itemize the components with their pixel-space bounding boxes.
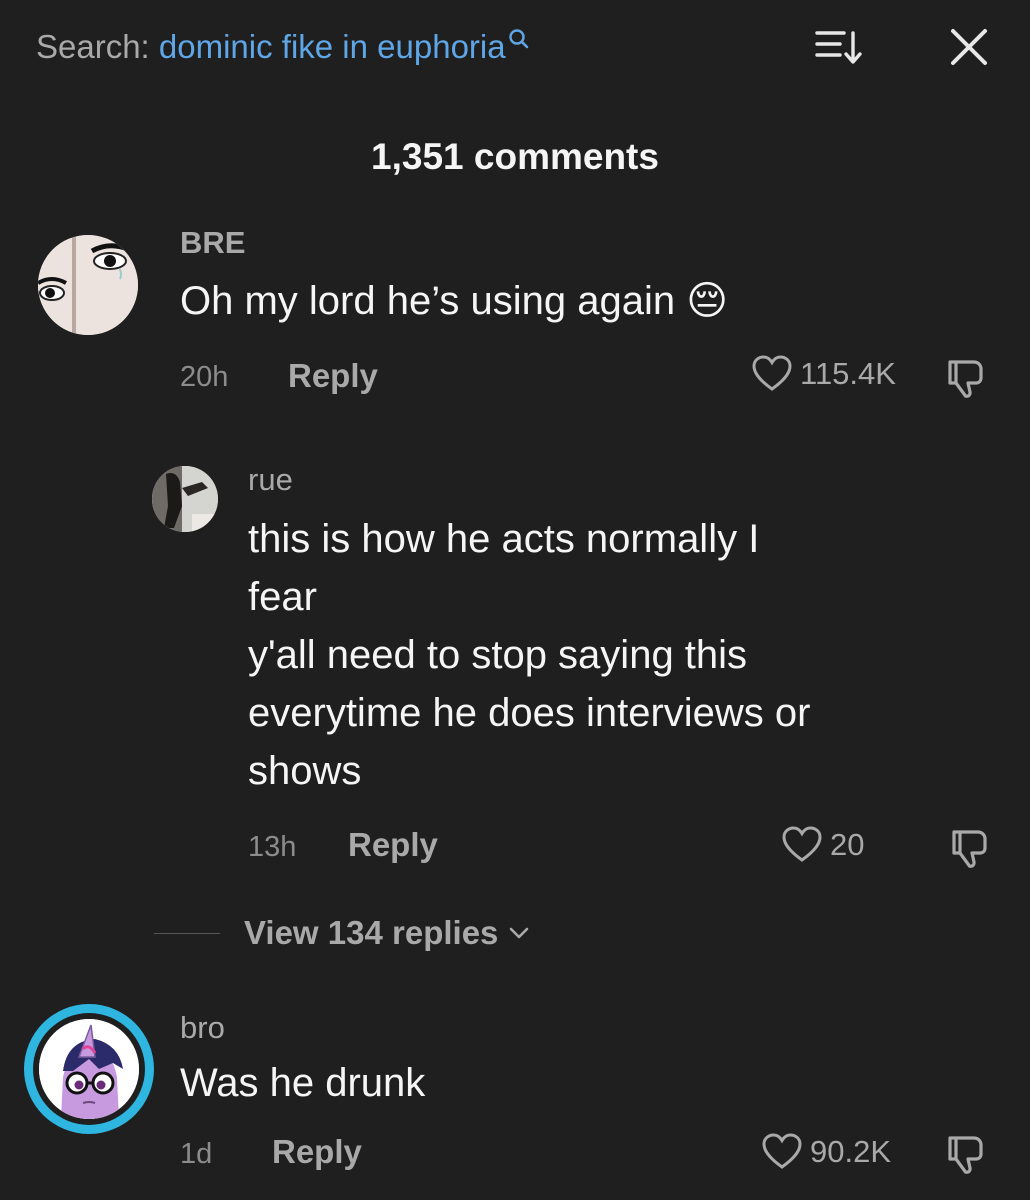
heart-icon bbox=[752, 355, 792, 391]
search-header[interactable]: Search: dominic fike in euphoria bbox=[36, 26, 530, 68]
like-button[interactable]: 90.2K bbox=[762, 1133, 891, 1171]
comment-text-line: this is how he acts normally I bbox=[248, 517, 760, 561]
divider bbox=[154, 932, 220, 934]
dislike-icon[interactable] bbox=[944, 356, 988, 400]
comment-count: 1,351 comments bbox=[371, 136, 659, 177]
avatar-image bbox=[38, 235, 138, 335]
like-button[interactable]: 115.4K bbox=[752, 355, 896, 393]
like-count: 20 bbox=[830, 827, 865, 862]
avatar[interactable] bbox=[24, 1004, 154, 1134]
comment-text-line: fear bbox=[248, 575, 317, 619]
comment-username[interactable]: bro bbox=[180, 1010, 225, 1046]
comments-sheet: Search: dominic fike in euphoria 1,351 c… bbox=[0, 0, 1030, 1200]
comment-text-line: everytime he does interviews or bbox=[248, 691, 811, 735]
search-icon bbox=[508, 29, 528, 49]
comment-text-body: Oh my lord he’s using again bbox=[180, 279, 676, 323]
avatar-image bbox=[152, 466, 218, 532]
avatar[interactable] bbox=[38, 235, 138, 335]
search-query-link[interactable]: dominic fike in euphoria bbox=[159, 28, 506, 65]
like-count: 115.4K bbox=[800, 356, 896, 391]
chevron-down-icon bbox=[510, 927, 529, 939]
reply-button[interactable]: Reply bbox=[272, 1133, 362, 1171]
reply-button[interactable]: Reply bbox=[348, 826, 438, 864]
comment-text-line: y'all need to stop saying this bbox=[248, 633, 748, 677]
pensive-emoji: 😔 bbox=[686, 279, 728, 323]
search-prefix: Search: bbox=[36, 28, 150, 65]
heart-icon bbox=[762, 1133, 802, 1169]
avatar-inner bbox=[39, 1019, 139, 1119]
like-button[interactable]: 20 bbox=[782, 826, 864, 864]
avatar-ring-gap bbox=[33, 1013, 145, 1125]
reply-button[interactable]: Reply bbox=[288, 357, 378, 395]
comment-time: 13h bbox=[248, 831, 297, 863]
avatar[interactable] bbox=[152, 466, 218, 532]
dislike-icon[interactable] bbox=[948, 826, 992, 870]
comment-text: Was he drunk bbox=[180, 1061, 426, 1105]
heart-icon bbox=[782, 826, 822, 862]
comment-username[interactable]: rue bbox=[248, 462, 293, 498]
view-replies-button[interactable]: View 134 replies bbox=[154, 914, 530, 952]
dislike-icon[interactable] bbox=[944, 1132, 988, 1176]
sort-icon[interactable] bbox=[814, 27, 864, 67]
comment-time: 20h bbox=[180, 361, 229, 393]
like-count: 90.2K bbox=[810, 1134, 892, 1169]
comment-text: this is how he acts normally I fear y'al… bbox=[248, 510, 810, 800]
comment-username[interactable]: BRE bbox=[180, 225, 245, 261]
comment-time: 1d bbox=[180, 1138, 213, 1170]
close-icon[interactable] bbox=[944, 22, 994, 72]
comment-text-line: shows bbox=[248, 749, 362, 793]
comment-text: Oh my lord he’s using again 😔 bbox=[180, 272, 728, 330]
view-replies-label: View 134 replies bbox=[244, 914, 499, 951]
avatar-image bbox=[39, 1019, 139, 1119]
